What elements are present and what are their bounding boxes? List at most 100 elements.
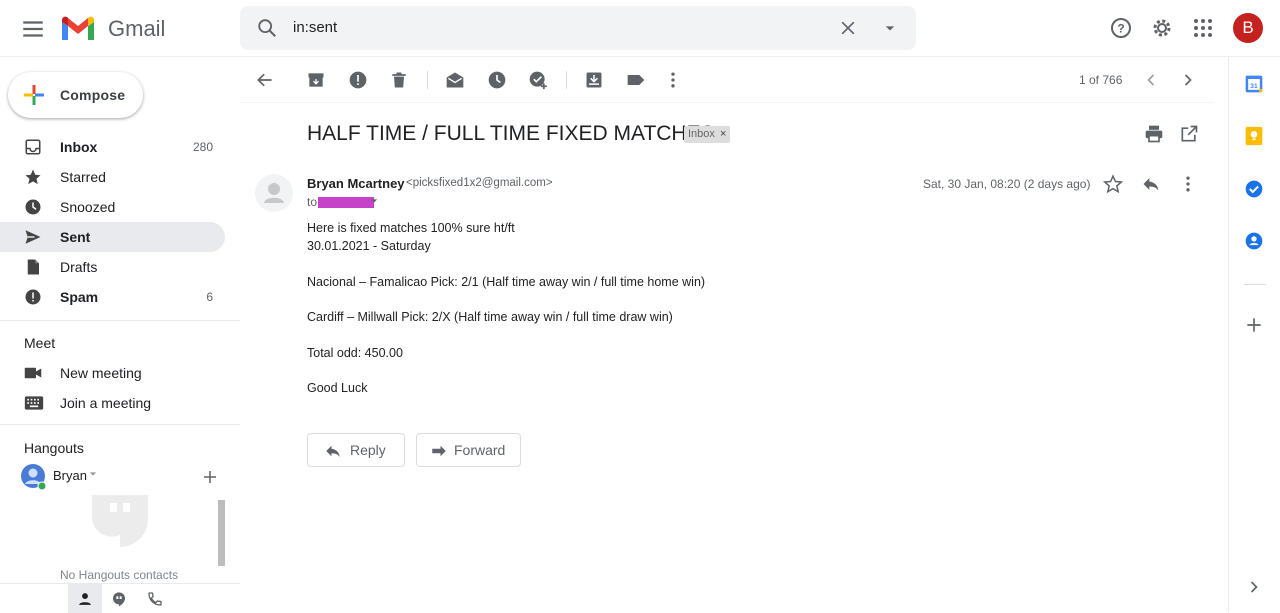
toolbar-separator <box>427 71 428 89</box>
to-prefix: to <box>307 195 318 209</box>
sidebar-item-snoozed[interactable]: Snoozed <box>0 192 225 222</box>
sender-name[interactable]: Bryan Mcartney <box>307 176 405 191</box>
sidebar-item-drafts[interactable]: Drafts <box>0 252 225 282</box>
hangouts-section-title: Hangouts <box>24 440 84 456</box>
sidebar-item-label: Starred <box>60 169 106 185</box>
compose-label: Compose <box>60 87 126 103</box>
body-line: Total odd: 450.00 <box>307 346 403 360</box>
recipient-details-caret-icon[interactable] <box>370 197 378 205</box>
contacts-tab[interactable] <box>68 584 102 613</box>
side-panel-divider <box>1244 284 1266 285</box>
phone-icon[interactable] <box>147 591 163 607</box>
sidebar-item-inbox[interactable]: Inbox 280 <box>0 132 225 162</box>
sidebar-item-label: Sent <box>60 229 91 245</box>
mark-unread-icon[interactable] <box>445 70 465 90</box>
search-bar[interactable]: in:sent <box>240 6 916 50</box>
body-line: Good Luck <box>307 381 368 395</box>
calendar-icon[interactable]: 31 <box>1244 74 1266 96</box>
reply-button[interactable]: Reply <box>307 433 405 467</box>
hangouts-user-name: Bryan <box>53 468 87 483</box>
apps-grid-icon[interactable] <box>1191 16 1215 40</box>
print-icon[interactable] <box>1144 124 1164 144</box>
recipient-line[interactable]: to <box>307 195 317 209</box>
reply-arrow-icon <box>324 443 342 459</box>
app-name[interactable]: Gmail <box>108 16 165 42</box>
hangouts-quote-icon <box>92 495 148 549</box>
body-line: Nacional – Famalicao Pick: 2/1 (Half tim… <box>307 275 706 289</box>
sidebar-item-label: Snoozed <box>60 199 116 215</box>
toolbar-separator <box>566 71 567 89</box>
add-addon-plus-icon[interactable] <box>1244 315 1266 337</box>
sidebar-item-spam[interactable]: Spam 6 <box>0 282 225 312</box>
settings-gear-icon[interactable] <box>1150 16 1174 40</box>
label-tag-icon[interactable] <box>626 70 646 90</box>
delete-trash-icon[interactable] <box>389 70 409 90</box>
close-icon[interactable] <box>838 18 858 38</box>
star-icon <box>24 168 42 186</box>
user-avatar-icon <box>21 464 46 491</box>
open-new-window-icon[interactable] <box>1179 124 1199 144</box>
more-vertical-icon[interactable] <box>663 70 683 90</box>
chevron-down-icon[interactable] <box>89 470 97 478</box>
sidebar-item-sent[interactable]: Sent <box>0 222 225 252</box>
join-meeting-label: Join a meeting <box>60 395 152 411</box>
draft-icon <box>24 258 42 276</box>
hangouts-bottom-tabs <box>0 583 240 613</box>
compose-button[interactable]: Compose <box>8 72 143 118</box>
gmail-logo-icon[interactable] <box>60 14 100 44</box>
sidebar-item-label: Drafts <box>60 259 98 275</box>
search-icon[interactable] <box>256 17 278 39</box>
remove-label-icon[interactable]: × <box>720 128 726 140</box>
tasks-icon[interactable] <box>1244 179 1266 201</box>
forward-button-label: Forward <box>454 442 506 458</box>
hangouts-empty-text: No Hangouts contacts <box>60 568 179 582</box>
new-meeting-item[interactable]: New meeting <box>0 358 240 388</box>
reply-icon[interactable] <box>1141 174 1161 194</box>
email-date: Sat, 30 Jan, 08:20 (2 days ago) <box>923 177 1091 191</box>
keyboard-icon <box>24 395 44 411</box>
sender-avatar[interactable] <box>255 174 293 212</box>
keep-icon[interactable] <box>1244 126 1266 148</box>
help-icon[interactable]: ? <box>1109 16 1133 40</box>
search-options-caret-icon[interactable] <box>880 18 900 38</box>
contacts-icon[interactable] <box>1244 231 1266 253</box>
message-more-vertical-icon[interactable] <box>1178 174 1198 194</box>
expand-panel-chevron-icon[interactable] <box>1244 577 1266 599</box>
body-line: Cardiff – Millwall Pick: 2/X (Half time … <box>307 310 673 324</box>
chevron-right-icon[interactable] <box>1178 70 1198 90</box>
main-menu-icon[interactable] <box>20 16 46 42</box>
unread-count: 280 <box>192 140 213 154</box>
add-contact-icon[interactable] <box>203 470 217 484</box>
hangouts-user[interactable]: Bryan <box>20 463 97 491</box>
svg-text:?: ? <box>1117 22 1124 36</box>
inbox-icon <box>24 138 42 156</box>
forward-button[interactable]: Forward <box>416 433 521 467</box>
unread-count: 6 <box>206 290 213 304</box>
back-arrow-icon[interactable] <box>255 70 275 90</box>
snooze-clock-icon[interactable] <box>487 70 507 90</box>
email-subject: HALF TIME / FULL TIME FIXED MATCHES <box>307 122 715 145</box>
toolbar-divider <box>240 102 1214 103</box>
sidebar-divider <box>0 320 240 321</box>
hangouts-scrollbar[interactable] <box>218 500 225 566</box>
account-avatar[interactable]: B <box>1233 13 1263 43</box>
add-to-tasks-icon[interactable] <box>528 70 548 90</box>
inbox-label-chip[interactable]: Inbox × <box>684 126 731 143</box>
clock-icon <box>24 198 42 216</box>
body-line: 30.01.2021 - Saturday <box>307 239 431 253</box>
report-spam-icon[interactable] <box>348 70 368 90</box>
star-outline-icon[interactable] <box>1103 174 1123 194</box>
spam-icon <box>24 288 42 306</box>
join-meeting-item[interactable]: Join a meeting <box>0 388 240 418</box>
conversations-icon[interactable] <box>111 591 127 607</box>
new-meeting-label: New meeting <box>60 365 142 381</box>
move-to-icon[interactable] <box>584 70 604 90</box>
sidebar-item-starred[interactable]: Starred <box>0 162 225 192</box>
chevron-left-icon[interactable] <box>1141 70 1161 90</box>
archive-icon[interactable] <box>306 70 326 90</box>
body-line: Here is fixed matches 100% sure ht/ft <box>307 221 515 235</box>
search-input[interactable]: in:sent <box>293 19 337 36</box>
video-icon <box>24 365 42 381</box>
send-icon <box>24 228 42 246</box>
svg-text:31: 31 <box>1250 83 1258 90</box>
